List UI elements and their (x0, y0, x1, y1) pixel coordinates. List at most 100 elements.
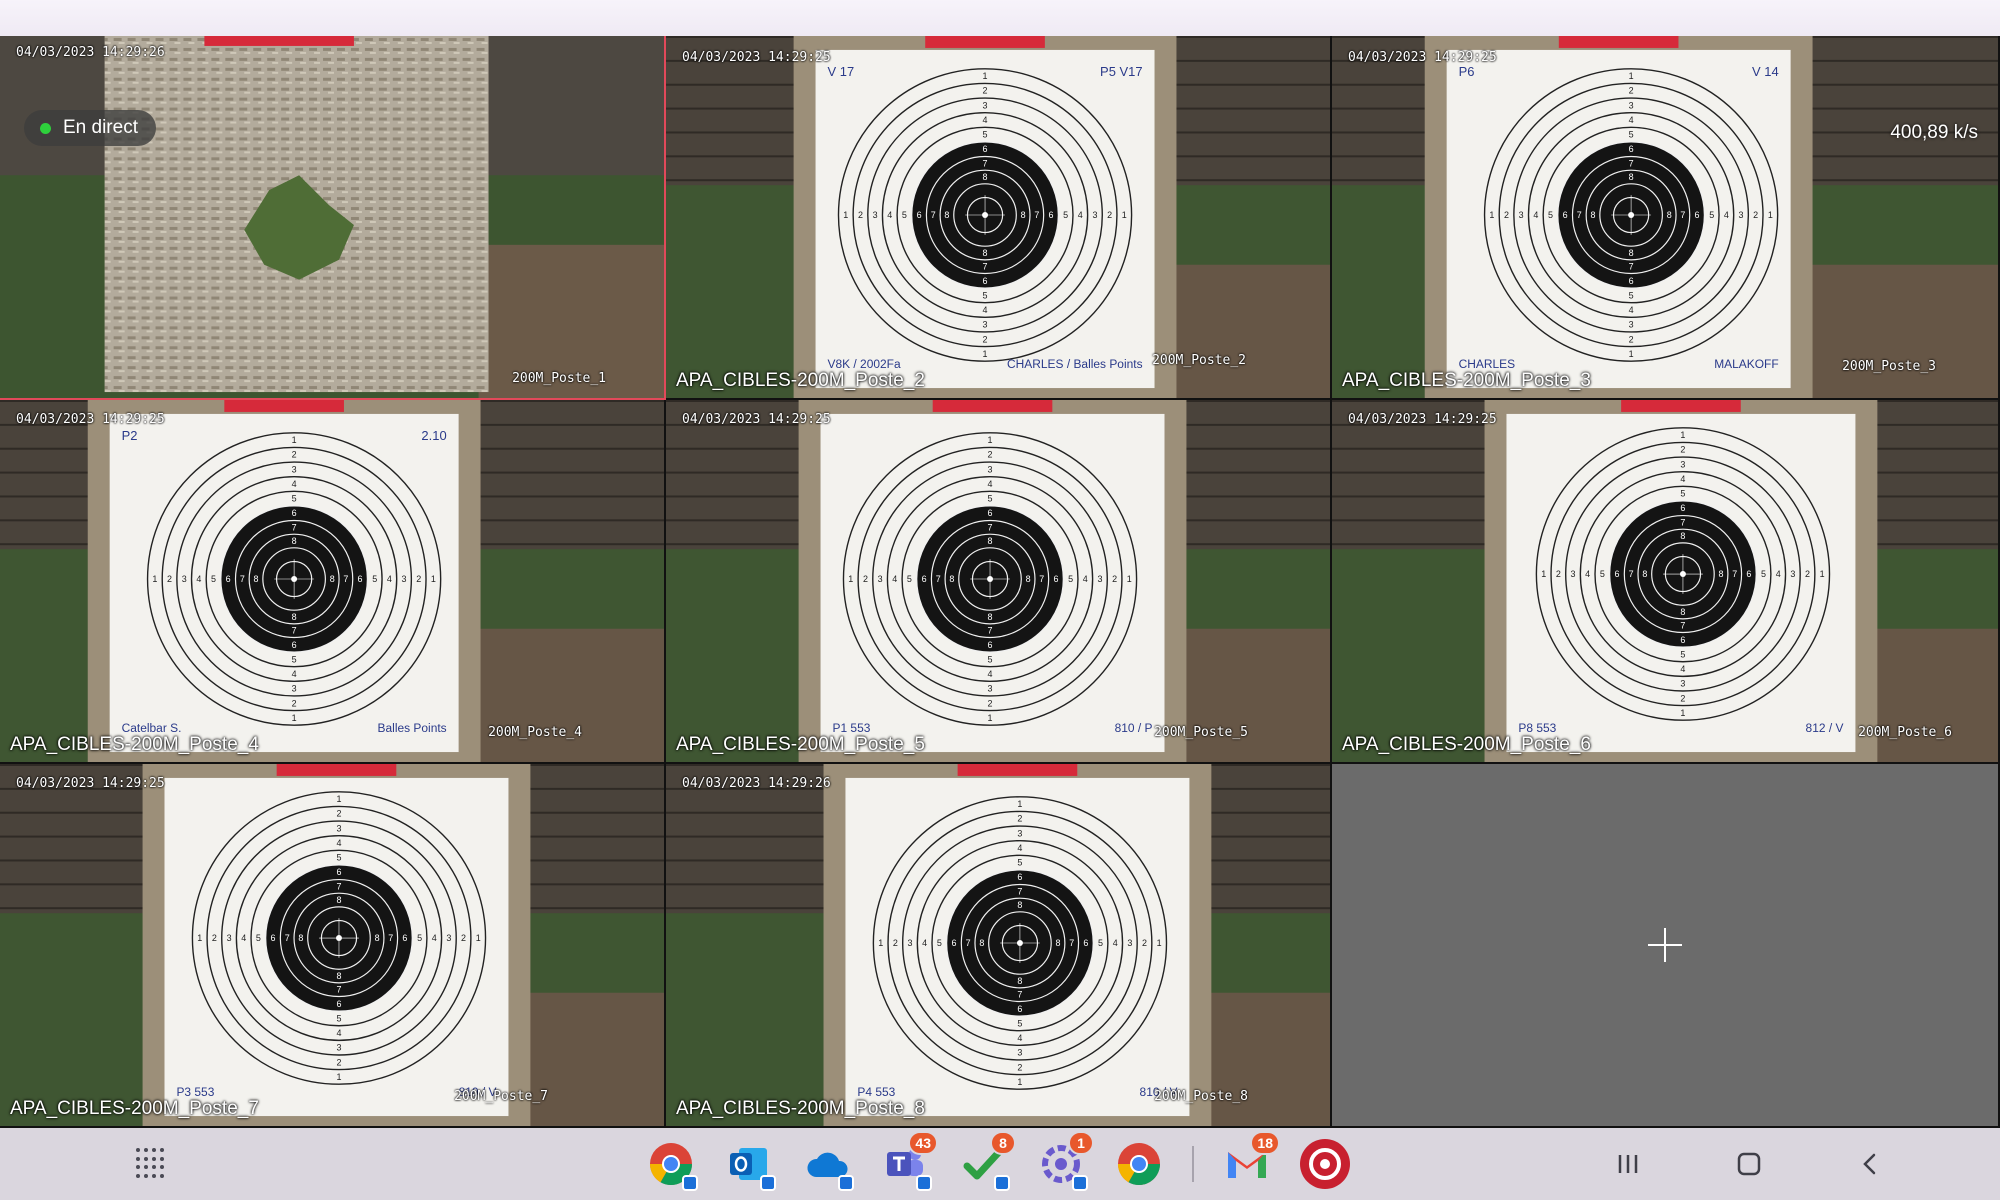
teams-icon[interactable]: 43 (880, 1131, 938, 1191)
svg-text:3: 3 (1680, 459, 1685, 469)
add-camera-tile[interactable] (1332, 764, 2000, 1128)
svg-text:3: 3 (1680, 679, 1685, 689)
camera-overlay-label: 200M_Poste_6 (1858, 725, 1952, 740)
recents-button[interactable] (1610, 1146, 1646, 1182)
onedrive-icon[interactable] (802, 1139, 854, 1191)
svg-text:7: 7 (1732, 569, 1737, 579)
svg-text:2: 2 (1107, 210, 1112, 220)
svg-text:1: 1 (1768, 210, 1773, 220)
home-button[interactable] (1731, 1146, 1767, 1182)
svg-text:8: 8 (330, 574, 335, 584)
camera-overlay-label: 200M_Poste_8 (1154, 1089, 1248, 1104)
camera-tile-1[interactable]: 04/03/2023 14:29:26 200M_Poste_1 En dire… (0, 36, 666, 400)
svg-text:7: 7 (1017, 886, 1022, 896)
svg-text:2: 2 (336, 1057, 341, 1067)
svg-text:2: 2 (1680, 445, 1685, 455)
camera-app-icon[interactable] (1300, 1139, 1350, 1189)
svg-text:2: 2 (416, 574, 421, 584)
camera-overlay-label: 200M_Poste_3 (1842, 359, 1936, 374)
svg-text:7: 7 (1069, 938, 1074, 948)
svg-text:4: 4 (196, 574, 201, 584)
svg-text:7: 7 (936, 574, 941, 584)
svg-text:5: 5 (1063, 210, 1068, 220)
camera-tile-6[interactable]: 1 1 1 1 2 2 2 2 3 3 3 3 4 4 4 4 5 5 5 5 6 6 6 6 7 7 7 7 8 8 8 8 P8 553 81… (1332, 400, 2000, 764)
svg-text:812 / V: 812 / V (1806, 721, 1844, 735)
svg-text:1: 1 (1017, 1077, 1022, 1087)
svg-text:4: 4 (1776, 569, 1781, 579)
svg-text:6: 6 (1680, 635, 1685, 645)
camera-tile-2[interactable]: 11112222333344445555666677778888V 17 P5 V… (666, 36, 1332, 400)
svg-text:2: 2 (167, 574, 172, 584)
chrome-2-icon[interactable] (1114, 1139, 1164, 1189)
chrome-icon[interactable] (646, 1139, 698, 1191)
camera-feed-2: 111 1222 2333 3444 4555 5666 6777 7888 8V 17 P5 V… (666, 36, 1330, 398)
svg-text:3: 3 (1571, 569, 1576, 579)
svg-text:4: 4 (432, 933, 437, 943)
settings-icon[interactable]: 1 (1036, 1131, 1094, 1191)
svg-text:6: 6 (1563, 210, 1568, 220)
camera-tile-3[interactable]: 1 1 1 1 2 2 2 2 3 3 3 3 4 4 4 4 5 5 5 5 6 6 6 6 7 7 7 7 8 8 8 8 P6 V 14 CH… (1332, 36, 2000, 400)
camera-name: APA_CIBLES-200M_Poste_8 (676, 1098, 925, 1119)
svg-text:3: 3 (292, 684, 297, 694)
svg-text:1: 1 (983, 71, 988, 81)
svg-text:4: 4 (983, 115, 988, 125)
svg-text:8: 8 (1017, 900, 1022, 910)
camera-overlay-label: 200M_Poste_7 (454, 1089, 548, 1104)
camera-tile-5[interactable]: 1 1 1 1 2 2 2 2 3 3 3 3 4 4 4 4 5 5 5 5 6 6 6 6 7 7 7 7 8 8 8 8 P1 553 81… (666, 400, 1332, 764)
svg-text:7: 7 (931, 210, 936, 220)
svg-text:1: 1 (431, 574, 436, 584)
svg-text:5: 5 (292, 654, 297, 664)
camera-timestamp: 04/03/2023 14:29:25 (682, 50, 831, 65)
svg-text:8: 8 (1017, 976, 1022, 986)
svg-text:6: 6 (358, 574, 363, 584)
svg-text:4: 4 (1629, 115, 1634, 125)
svg-text:Balles Points: Balles Points (378, 721, 447, 735)
svg-text:3: 3 (873, 210, 878, 220)
svg-text:2: 2 (212, 933, 217, 943)
camera-tile-4[interactable]: 1 1 1 1 2 2 2 2 3 3 3 3 4 4 4 4 5 5 5 5 6 6 6 6 7 7 7 7 8 8 8 8 P2 2.10 Ca… (0, 400, 666, 764)
svg-text:5: 5 (1761, 569, 1766, 579)
svg-text:8: 8 (1056, 938, 1061, 948)
svg-text:7: 7 (292, 626, 297, 636)
gmail-icon[interactable]: 18 (1222, 1131, 1280, 1189)
svg-text:1: 1 (1122, 210, 1127, 220)
svg-text:7: 7 (1017, 990, 1022, 1000)
svg-text:5: 5 (336, 853, 341, 863)
camera-name: APA_CIBLES-200M_Poste_6 (1342, 734, 1591, 755)
camera-feed-4: 111 1222 2333 3444 4555 5666 6777 7888 8P2 2.10Ca… (0, 400, 664, 762)
app-drawer-icon[interactable] (136, 1148, 166, 1178)
back-button[interactable] (1852, 1146, 1888, 1182)
svg-text:3: 3 (1097, 574, 1102, 584)
svg-text:6: 6 (1680, 503, 1685, 513)
camera-tile-7[interactable]: 1 1 1 1 2 2 2 2 3 3 3 3 4 4 4 4 5 5 5 5 6 6 6 6 7 7 7 7 8 8 8 8 P3 553 81… (0, 764, 666, 1128)
svg-text:7: 7 (1039, 574, 1044, 584)
svg-text:2: 2 (983, 334, 988, 344)
outlook-icon[interactable] (724, 1139, 776, 1191)
gmail-badge: 18 (1250, 1131, 1280, 1155)
svg-text:3: 3 (336, 1043, 341, 1053)
svg-text:4: 4 (1113, 938, 1118, 948)
settings-badge: 1 (1068, 1131, 1094, 1155)
svg-text:3: 3 (988, 684, 993, 694)
svg-text:2.10: 2.10 (421, 428, 446, 443)
svg-text:2: 2 (1017, 814, 1022, 824)
svg-text:2: 2 (988, 450, 993, 460)
camera-timestamp: 04/03/2023 14:29:25 (682, 412, 831, 427)
svg-text:3: 3 (983, 320, 988, 330)
svg-text:3: 3 (1519, 210, 1524, 220)
svg-text:5: 5 (336, 1013, 341, 1023)
svg-text:7: 7 (983, 158, 988, 168)
camera-timestamp: 04/03/2023 14:29:25 (1348, 50, 1497, 65)
svg-text:1: 1 (152, 574, 157, 584)
svg-text:2: 2 (1629, 86, 1634, 96)
svg-text:3: 3 (1739, 210, 1744, 220)
tasks-icon[interactable]: 8 (958, 1131, 1016, 1191)
svg-text:5: 5 (1709, 210, 1714, 220)
camera-tile-8[interactable]: 1 1 1 1 2 2 2 2 3 3 3 3 4 4 4 4 5 5 5 5 6 6 6 6 7 7 7 7 8 8 8 8 P4 553 81… (666, 764, 1332, 1128)
svg-text:4: 4 (387, 574, 392, 584)
svg-text:6: 6 (1629, 144, 1634, 154)
svg-text:8: 8 (292, 536, 297, 546)
camera-overlay-label: 200M_Poste_1 (512, 371, 606, 386)
plus-icon[interactable] (1648, 928, 1682, 962)
svg-text:3: 3 (402, 574, 407, 584)
